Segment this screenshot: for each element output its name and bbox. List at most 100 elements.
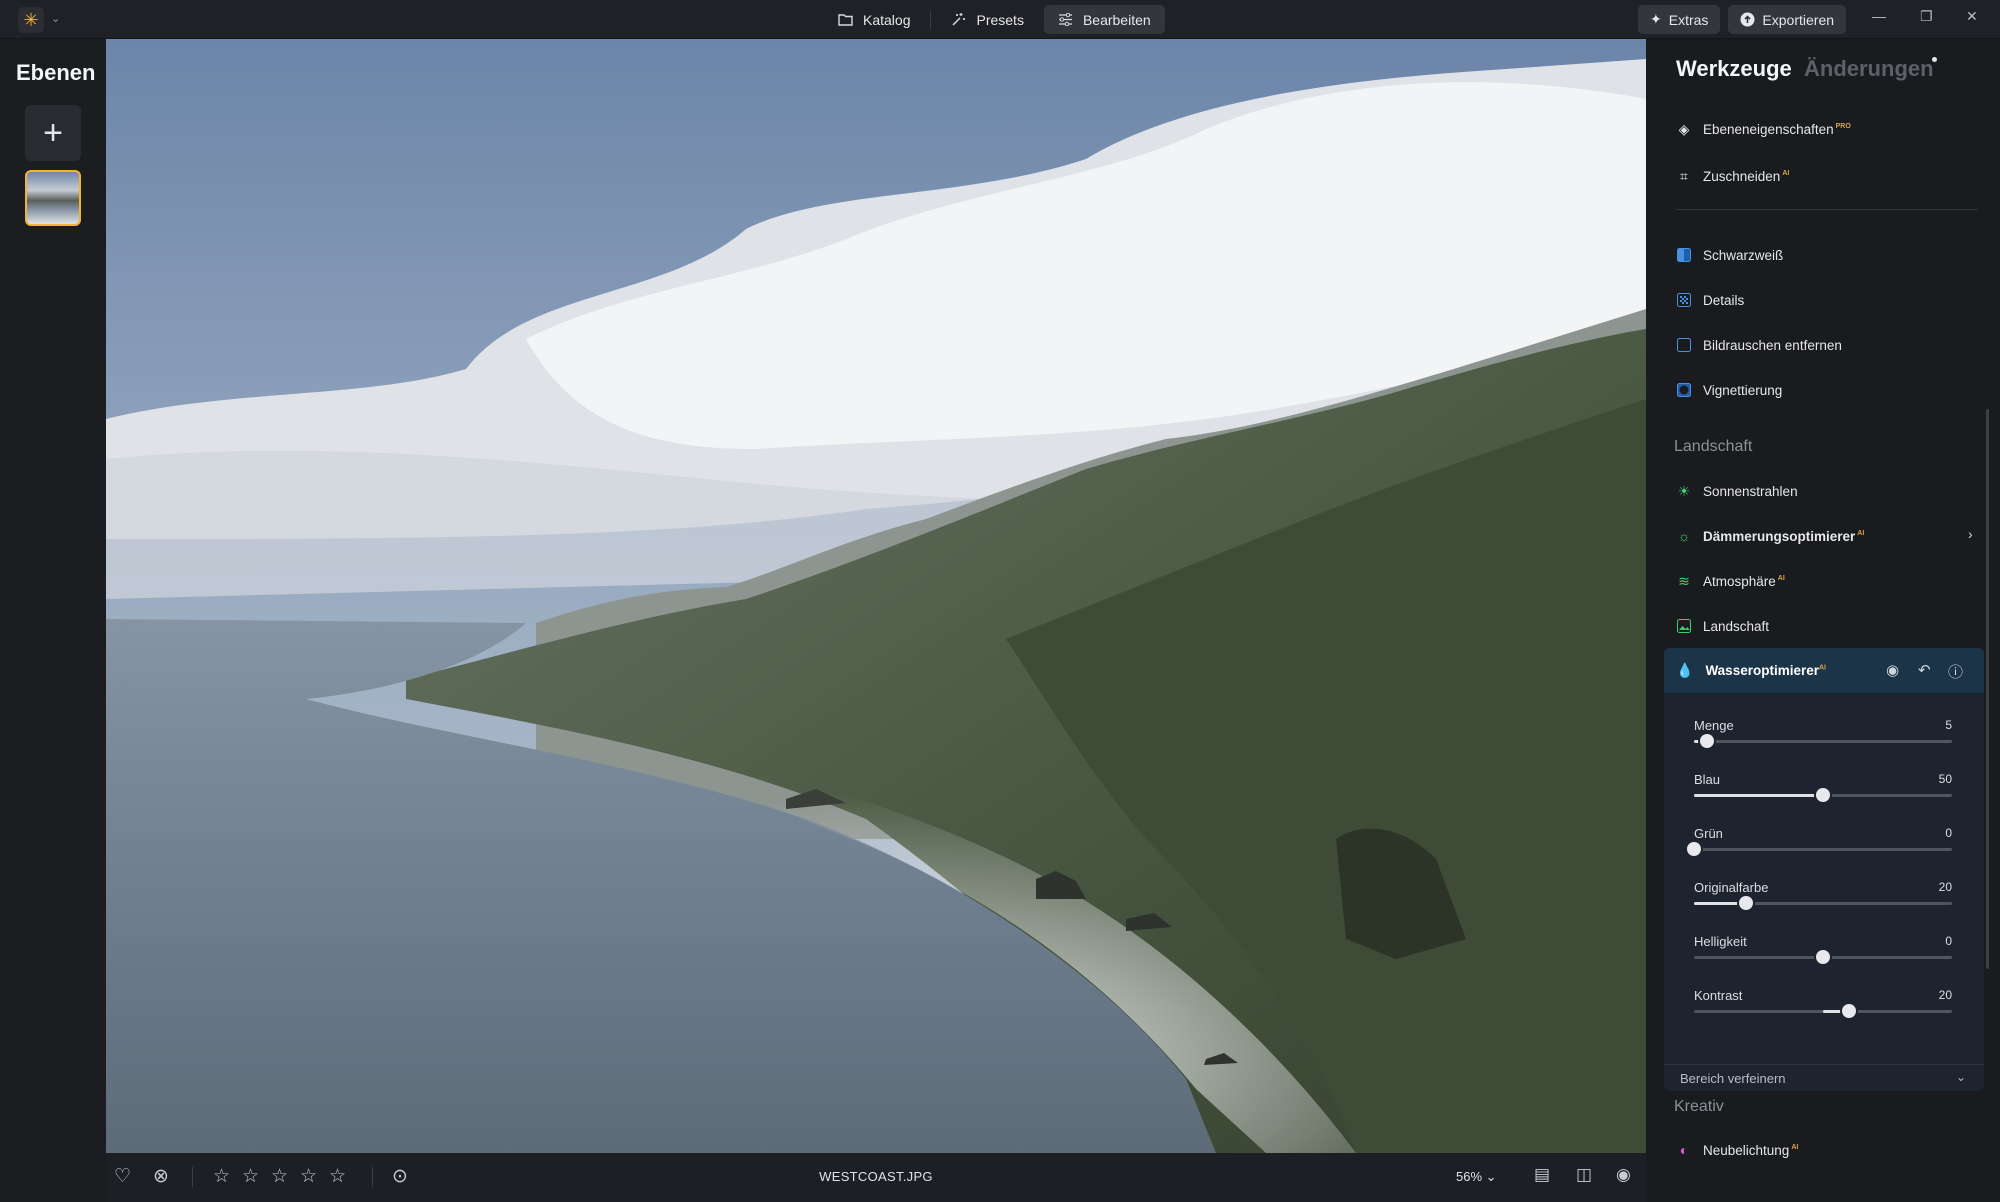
tool-neubelichtung[interactable]: ◐ Neubelichtung AI [1676,1138,1799,1162]
tool-sonnenstrahlen[interactable]: ☀ Sonnenstrahlen [1676,479,1798,503]
slider-label: Kontrast [1694,988,1743,1003]
tool-bildrauschen[interactable]: Bildrauschen entfernen [1676,333,1842,357]
tab-katalog[interactable]: Katalog [824,5,924,34]
slider-grün[interactable]: Grün 0 [1687,826,1952,856]
tool-label: Dämmerungsoptimierer AI [1703,528,1865,544]
slider-knob[interactable] [1816,788,1830,802]
reset-icon[interactable]: ↶ [1918,661,1931,679]
sun-logo-icon: ✳ [23,9,39,30]
details-icon [1676,292,1692,308]
slider-knob[interactable] [1816,950,1830,964]
tool-ebeneneigenschaften[interactable]: ◈ Ebeneneigenschaften PRO [1676,117,1851,141]
slider-label: Grün [1694,826,1723,841]
reject-icon[interactable]: ⊗ [153,1165,169,1188]
heart-icon[interactable]: ♡ [114,1165,131,1188]
slider-value: 50 [1938,772,1952,786]
app-window: ✳ ⌄ Katalog Presets Bearbeiten ✦ Extras [0,0,2000,1202]
slider-track[interactable] [1694,848,1952,851]
slider-knob[interactable] [1841,1004,1856,1018]
minimize-icon[interactable]: — [1872,8,1886,24]
compare-icon[interactable]: ◫ [1576,1165,1592,1185]
info-icon[interactable]: ⓘ [1948,661,1963,682]
slider-label: Blau [1694,772,1721,787]
image-canvas[interactable] [106,39,1646,1153]
zoom-dropdown[interactable]: 56% ⌄ [1456,1169,1497,1185]
slider-knob[interactable] [1699,734,1714,748]
extras-button[interactable]: ✦ Extras [1638,5,1721,34]
slider-helligkeit[interactable]: Helligkeit 0 [1694,934,1952,964]
tab-werkzeuge[interactable]: Werkzeuge [1676,56,1792,82]
tool-vignettierung[interactable]: Vignettierung [1676,378,1782,402]
star-2-icon[interactable]: ☆ [242,1165,259,1188]
tool-label: Ebeneneigenschaften PRO [1703,121,1851,137]
slider-label: Originalfarbe [1694,880,1769,895]
section-kreativ: Kreativ [1674,1098,1724,1115]
slider-originalfarbe[interactable]: Originalfarbe 20 [1694,880,1952,910]
star-4-icon[interactable]: ☆ [300,1165,317,1188]
denoise-icon [1676,337,1692,353]
landscape-icon [1676,618,1692,634]
divider [372,1167,373,1187]
tool-landschaft[interactable]: Landschaft [1676,614,1769,638]
slider-knob[interactable] [1687,842,1701,856]
tool-zuschneiden[interactable]: ⌗ Zuschneiden AI [1676,164,1789,188]
tool-schwarzweiss[interactable]: Schwarzweiß [1676,243,1783,267]
slider-menge[interactable]: Menge 5 [1694,718,1952,748]
chevron-down-icon: ⌄ [1955,1070,1966,1084]
tool-label: Vignettierung [1703,382,1783,398]
tab-bearbeiten[interactable]: Bearbeiten [1043,5,1165,34]
tab-label: Presets [976,11,1024,28]
mode-switcher: Katalog Presets Bearbeiten [824,5,1165,34]
chevron-down-icon[interactable]: ⌄ [51,12,60,25]
tools-panel: Werkzeuge Änderungen ◈ Ebeneneigenschaft… [1646,39,2000,1202]
tab-aenderungen[interactable]: Änderungen [1804,56,1934,82]
slider-blau[interactable]: Blau 50 [1694,772,1952,802]
tool-label: Bildrauschen entfernen [1703,337,1842,353]
slider-fill [1694,794,1823,797]
more-options-icon[interactable]: ⊙ [392,1165,408,1188]
scrollbar[interactable] [1986,409,1989,969]
eye-icon[interactable]: ◉ [1886,661,1899,679]
slider-track[interactable] [1694,740,1952,743]
tool-daemmerungsoptimierer[interactable]: ☼ Dämmerungsoptimierer AI [1676,524,1865,548]
restore-icon[interactable]: ❐ [1920,8,1933,25]
atmosphere-icon: ≋ [1678,572,1690,589]
slider-value: 0 [1945,934,1952,948]
tool-atmosphaere[interactable]: ≋ Atmosphäre AI [1676,569,1785,593]
export-button[interactable]: Exportieren [1728,5,1847,34]
divider [1676,209,1978,210]
tool-details[interactable]: Details [1676,288,1744,312]
star-1-icon[interactable]: ☆ [213,1165,230,1188]
chevron-right-icon[interactable]: › [1968,526,1973,542]
wand-icon [952,13,966,26]
file-name-text: WESTCOAST.JPG [819,1169,933,1184]
tool-label: Sonnenstrahlen [1703,483,1798,499]
refine-area-dropdown[interactable]: Bereich verfeinern ⌄ [1664,1064,1984,1091]
plus-icon: + [43,113,63,152]
tool-label: Schwarzweiß [1703,247,1784,263]
sparkle-icon: ✦ [1650,11,1662,27]
close-icon[interactable]: ✕ [1966,8,1978,25]
slider-value: 0 [1945,826,1952,840]
bw-icon [1676,247,1692,263]
export-label: Exportieren [1762,11,1835,28]
star-3-icon[interactable]: ☆ [271,1165,288,1188]
relight-icon: ◐ [1679,1142,1689,1158]
filmstrip-icon[interactable]: ▤ [1534,1165,1550,1185]
tab-label: Bearbeiten [1082,11,1151,28]
sliders-icon [1058,13,1072,26]
water-enhancer-header[interactable]: 💧 WasseroptimiererAI [1664,648,1984,693]
water-enhancer-panel: 💧 WasseroptimiererAI ◉ ↶ ⓘ Menge 5 Blau 50 G… [1664,648,1984,1091]
app-logo-button[interactable]: ✳ [18,7,44,33]
export-icon [1740,12,1755,27]
star-5-icon[interactable]: ☆ [329,1165,346,1188]
add-layer-button[interactable]: + [25,105,81,161]
layer-thumbnail[interactable] [25,170,81,226]
tab-presets[interactable]: Presets [937,5,1037,34]
slider-value: 20 [1938,880,1952,894]
slider-knob[interactable] [1738,896,1753,910]
preview-eye-icon[interactable]: ◉ [1616,1165,1631,1185]
divider [192,1167,193,1187]
layers-title: Ebenen [16,60,96,85]
slider-kontrast[interactable]: Kontrast 20 [1694,988,1952,1018]
